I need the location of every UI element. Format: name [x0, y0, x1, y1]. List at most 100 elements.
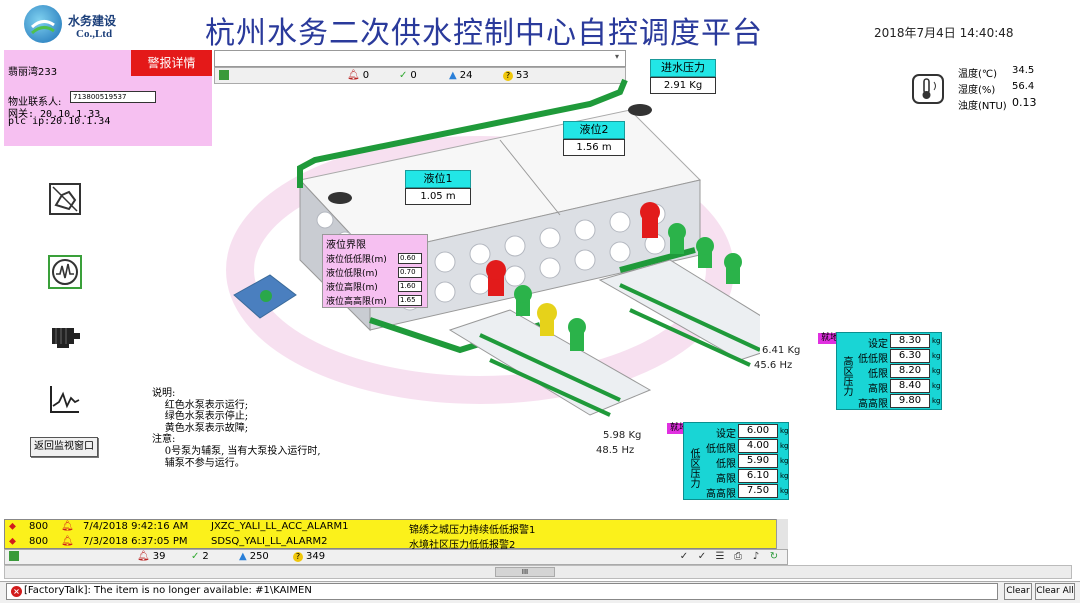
alarm-count-value: 39	[152, 551, 166, 562]
alarm-list[interactable]: ⬥ 800 🔔︎ 7/4/2018 9:42:16 AM JXZC_YALI_L…	[4, 519, 786, 549]
header: 水务建设 Co.,Ltd 杭州水务二次供水控制中心自控调度平台 2018年7月4…	[0, 0, 1080, 51]
level-limits-title: 液位界限	[326, 240, 366, 251]
level1-value: 1.05 m	[405, 188, 471, 205]
press-unit: kg	[780, 442, 789, 450]
alarm-priority-icon: ⬥	[9, 521, 16, 532]
print-icon[interactable]: ⎙	[731, 551, 745, 564]
chevron-down-icon[interactable]: ▾	[615, 52, 623, 64]
logo-company-en: Co.,Ltd	[76, 28, 113, 40]
bell-icon: 🔔︎	[137, 551, 150, 562]
press-value[interactable]: 8.40	[890, 379, 930, 393]
press-value[interactable]: 8.20	[890, 364, 930, 378]
press-value[interactable]: 6.30	[890, 349, 930, 363]
press-unit: kg	[780, 487, 789, 495]
low-zone-pressure-title: 低区压力	[688, 448, 699, 488]
refresh-icon[interactable]: ↻	[767, 551, 781, 564]
bell-icon: 🔔︎	[61, 536, 74, 547]
level1-label: 液位1	[405, 170, 471, 188]
low-zone-pump-frequency: 48.5 Hz	[596, 445, 635, 456]
press-label: 低低限	[706, 444, 736, 455]
alarm-priority-icon: ⬥	[9, 536, 16, 547]
alarm-tag: SDSQ_YALI_LL_ALARM2	[211, 536, 328, 547]
return-monitor-button[interactable]: 返回监视窗口	[30, 437, 98, 457]
status-message: [FactoryTalk]: The item is no longer ava…	[24, 585, 312, 596]
alarm-tag: JXZC_YALI_LL_ACC_ALARM1	[211, 521, 349, 532]
temperature-value: 34.5	[1012, 65, 1035, 76]
error-icon: ×	[11, 586, 22, 597]
alarm-row[interactable]: ⬥ 800 🔔︎ 7/3/2018 6:37:05 PM SDSQ_YALI_L…	[5, 535, 787, 549]
level2-value: 1.56 m	[563, 139, 625, 156]
limit-value[interactable]: 0.60	[398, 253, 422, 264]
list-icon[interactable]: ☰	[713, 551, 727, 564]
bell-icon: 🔔︎	[61, 521, 74, 532]
ack-count-value: 2	[202, 551, 209, 562]
query-count: ? 349	[293, 551, 325, 562]
trend-chart-icon[interactable]	[48, 382, 82, 416]
press-value[interactable]: 6.10	[738, 469, 778, 483]
press-unit: kg	[932, 397, 941, 405]
press-unit: kg	[932, 337, 941, 345]
inlet-pressure-label: 进水压力	[650, 59, 716, 77]
contact-field[interactable]: 713800519537	[70, 91, 156, 103]
press-label: 高高限	[858, 399, 888, 410]
silence-icon[interactable]: ♪	[749, 551, 763, 564]
low-zone-pump-pressure: 5.98 Kg	[603, 430, 642, 441]
plc-ip-address: plc ip:20.10.1.34	[8, 116, 111, 127]
press-value[interactable]: 6.00	[738, 424, 778, 438]
humidity-label: 湿度(%)	[958, 85, 996, 96]
press-label: 低限	[716, 459, 736, 470]
warning-count: ▲ 250	[239, 551, 269, 562]
limit-label: 液位低低限(m)	[326, 255, 387, 265]
alarm-message: 水境社区压力低低报警2	[409, 540, 516, 549]
alarm-count: 🔔︎ 39	[137, 551, 165, 562]
alarm-time: 7/3/2018 6:37:05 PM	[83, 536, 188, 547]
alarm-priority: 800	[29, 521, 49, 532]
press-unit: kg	[932, 367, 941, 375]
hand-control-icon[interactable]	[48, 182, 82, 216]
press-value[interactable]: 5.90	[738, 454, 778, 468]
grid-icon[interactable]	[9, 551, 19, 561]
gauge-icon[interactable]	[48, 255, 82, 289]
horizontal-scrollbar[interactable]: III	[4, 565, 1072, 579]
limit-label: 液位高限(m)	[326, 283, 378, 293]
logo	[24, 5, 62, 43]
high-zone-pump-frequency: 45.6 Hz	[754, 360, 793, 371]
limit-label: 液位高高限(m)	[326, 297, 387, 307]
question-icon: ?	[293, 551, 303, 562]
turbidity-value: 0.13	[1012, 96, 1037, 109]
press-unit: kg	[932, 382, 941, 390]
thermometer-icon	[912, 74, 944, 104]
limit-value[interactable]: 1.65	[398, 295, 422, 306]
press-label: 高限	[716, 474, 736, 485]
ack-count: ✓ 2	[191, 551, 209, 562]
alarm-summary-box[interactable]: ▾	[214, 50, 626, 67]
press-value[interactable]: 9.80	[890, 394, 930, 408]
ack-icon[interactable]: ✓	[677, 551, 691, 564]
inlet-pressure-value: 2.91 Kg	[650, 77, 716, 94]
alarm-row[interactable]: ⬥ 800 🔔︎ 7/4/2018 9:42:16 AM JXZC_YALI_L…	[5, 520, 787, 536]
alarm-list-scrollbar[interactable]	[776, 519, 788, 549]
clear-all-button[interactable]: Clear All	[1035, 583, 1075, 600]
press-value[interactable]: 7.50	[738, 484, 778, 498]
press-unit: kg	[780, 457, 789, 465]
press-label: 低限	[868, 369, 888, 380]
clear-button[interactable]: Clear	[1004, 583, 1032, 600]
scrollbar-thumb[interactable]: III	[495, 567, 555, 577]
pump-station-diagram	[226, 78, 760, 417]
ack-all-icon[interactable]: ✓	[695, 551, 709, 564]
datetime-display: 2018年7月4日 14:40:48	[874, 26, 1014, 40]
limit-value[interactable]: 1.60	[398, 281, 422, 292]
press-value[interactable]: 4.00	[738, 439, 778, 453]
warning-count-value: 250	[249, 551, 269, 562]
motor-icon[interactable]	[48, 320, 82, 354]
limit-value[interactable]: 0.70	[398, 267, 422, 278]
temperature-label: 温度(℃)	[958, 69, 998, 80]
limit-label: 液位低限(m)	[326, 269, 378, 279]
page-title: 杭州水务二次供水控制中心自控调度平台	[205, 16, 763, 51]
press-value[interactable]: 8.30	[890, 334, 930, 348]
alarm-priority: 800	[29, 536, 49, 547]
press-unit: kg	[780, 472, 789, 480]
press-label: 高限	[868, 384, 888, 395]
press-label: 设定	[868, 339, 888, 350]
press-unit: kg	[780, 427, 789, 435]
